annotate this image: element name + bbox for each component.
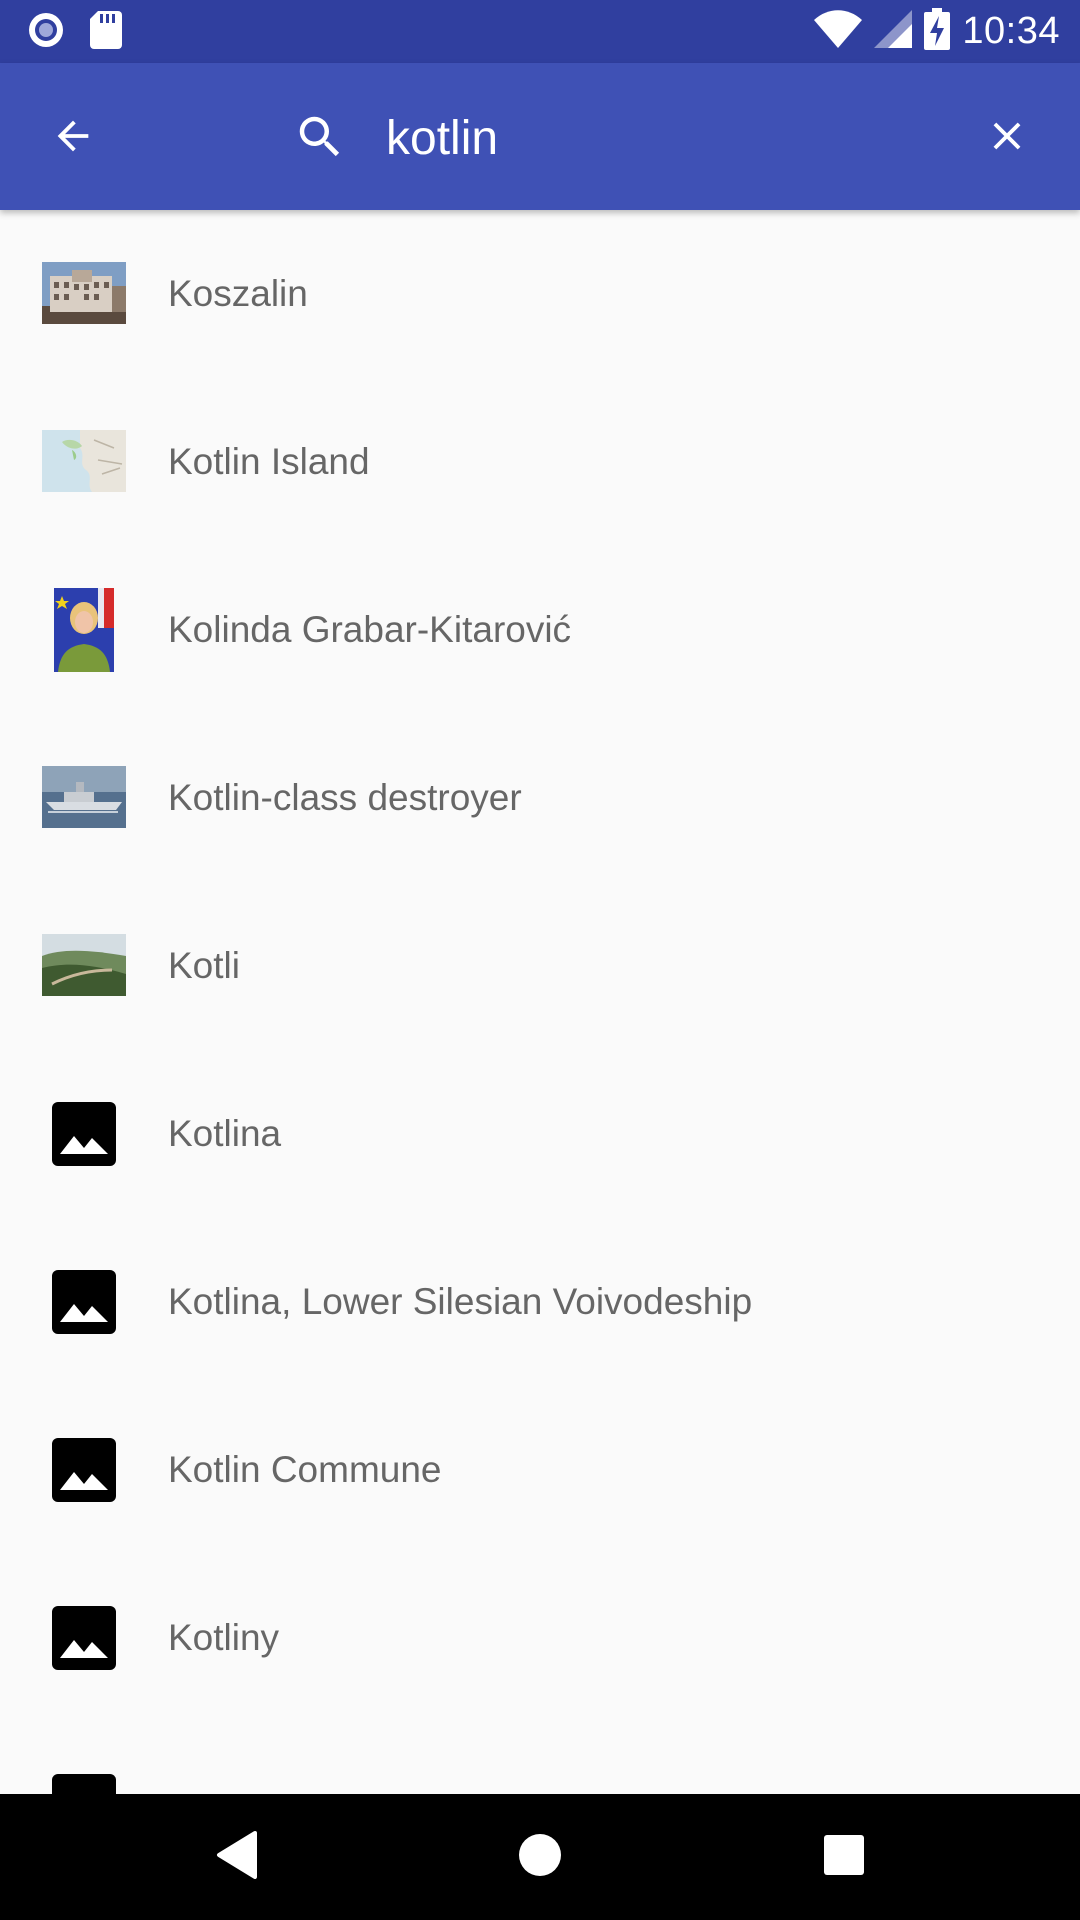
result-item-kotlin-island[interactable]: Kotlin Island [0, 378, 1080, 546]
photo-building [42, 262, 126, 324]
navigation-bar [0, 1794, 1080, 1920]
square-recents-icon [824, 1834, 864, 1880]
result-item-kotlina-lower-silesian[interactable]: Kotlina, Lower Silesian Voivodeship [0, 1218, 1080, 1386]
photo-person [54, 588, 114, 672]
result-item-kotlin-class-destroyer[interactable]: Kotlin-class destroyer [0, 714, 1080, 882]
circle-home-icon [518, 1833, 562, 1882]
nav-recents-button[interactable] [809, 1822, 879, 1892]
wifi-icon [814, 9, 863, 53]
search-results-list: Koszalin Kotlin Island Kolinda Grabar-Ki… [0, 210, 1080, 1794]
result-title: Kotlin Commune [168, 1449, 442, 1490]
image-placeholder-icon [52, 1270, 116, 1334]
result-title: Kotlina, Lower Silesian Voivodeship [168, 1281, 753, 1322]
result-item-koszalin[interactable]: Koszalin [0, 210, 1080, 378]
battery-charging-icon [924, 7, 951, 55]
nav-back-button[interactable] [202, 1822, 272, 1892]
cell-signal-icon [874, 9, 913, 53]
image-placeholder-icon [52, 1438, 116, 1502]
result-item-kolinda-grabar-kitarovic[interactable]: Kolinda Grabar-Kitarović [0, 546, 1080, 714]
result-title: Kolinda Grabar-Kitarović [168, 609, 572, 650]
nav-home-button[interactable] [505, 1822, 575, 1892]
search-icon [290, 107, 350, 167]
image-placeholder-icon [52, 1102, 116, 1166]
search-toolbar [0, 63, 1080, 210]
triangle-back-icon [215, 1830, 259, 1884]
arrow-back-icon [50, 113, 96, 164]
result-item-kotliny[interactable]: Kotliny [0, 1554, 1080, 1722]
back-button[interactable] [38, 103, 108, 173]
result-title: Kotlina [168, 1113, 282, 1154]
photo-ship [42, 766, 126, 828]
result-title: Kotliny [168, 1617, 280, 1658]
result-title: Kotlin-class destroyer [168, 777, 522, 818]
search-input[interactable] [386, 103, 946, 173]
clear-search-button[interactable] [972, 103, 1042, 173]
sd-card-icon [90, 10, 122, 54]
notification-dot-icon [26, 10, 66, 55]
image-placeholder-icon [52, 1774, 116, 1794]
result-title: Kotlin Island [168, 441, 370, 482]
result-item-partial[interactable] [0, 1722, 1080, 1794]
photo-map [42, 430, 126, 492]
close-icon [984, 113, 1030, 164]
image-placeholder-icon [52, 1606, 116, 1670]
result-title: Kotli [168, 945, 240, 986]
result-item-kotli[interactable]: Kotli [0, 882, 1080, 1050]
clock: 10:34 [962, 9, 1060, 52]
photo-landscape [42, 934, 126, 996]
result-title: Koszalin [168, 273, 308, 314]
status-bar: 10:34 [0, 0, 1080, 63]
result-item-kotlina[interactable]: Kotlina [0, 1050, 1080, 1218]
result-item-kotlin-commune[interactable]: Kotlin Commune [0, 1386, 1080, 1554]
